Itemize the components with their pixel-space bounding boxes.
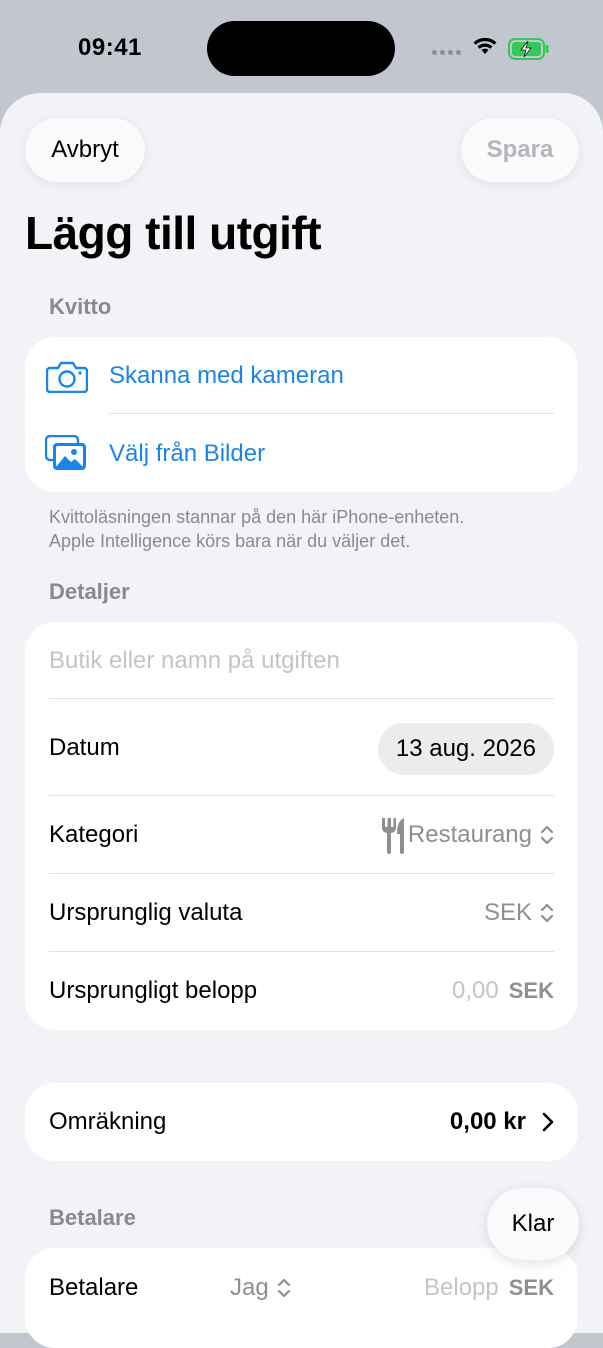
expense-name-placeholder: Butik eller namn på utgiften (49, 647, 340, 674)
category-label: Kategori (49, 821, 139, 848)
conversion-row[interactable]: Omräkning 0,00 kr (25, 1083, 578, 1161)
receipt-card: Skanna med kameran Välj från Bilder (25, 337, 578, 492)
divider (109, 413, 554, 414)
payer-card: Betalare Jag Belopp SEK (25, 1248, 578, 1348)
currency-value: SEK (483, 899, 532, 926)
date-label: Datum (49, 733, 120, 761)
add-expense-sheet: Avbryt Spara Lägg till utgift Kvitto Ska… (0, 93, 603, 1348)
currency-picker[interactable]: SEK (484, 899, 554, 927)
done-button[interactable]: Klar (487, 1188, 579, 1260)
page-title: Lägg till utgift (25, 207, 322, 259)
cancel-button[interactable]: Avbryt (25, 118, 145, 182)
status-bar: 09:41 (0, 0, 603, 95)
receipt-section-header: Kvitto (49, 294, 112, 319)
status-time: 09:41 (78, 34, 142, 61)
currency-row: Ursprunglig valuta SEK (25, 874, 578, 952)
payer-section-header: Betalare (49, 1205, 136, 1230)
choose-photos-label: Välj från Bilder (109, 439, 266, 467)
payer-label: Betalare (49, 1274, 139, 1301)
scan-camera-row[interactable]: Skanna med kameran (25, 337, 578, 415)
date-picker-button[interactable]: 13 aug. 2026 (377, 723, 554, 775)
save-button[interactable]: Spara (461, 118, 579, 182)
chevron-up-down-icon (540, 903, 554, 923)
fork-knife-icon (381, 818, 404, 854)
amount-row: Ursprungligt belopp 0,00 SEK (25, 952, 578, 1030)
choose-photos-row[interactable]: Välj från Bilder (25, 415, 578, 492)
footnote-line-1: Kvittoläsningen stannar på den här iPhon… (49, 507, 465, 527)
amount-placeholder: 0,00 (452, 977, 499, 1004)
expense-name-field[interactable]: Butik eller namn på utgiften (25, 622, 578, 700)
currency-label: Ursprunglig valuta (49, 899, 243, 926)
amount-currency: SEK (508, 978, 554, 1003)
details-card: Butik eller namn på utgiften Datum 13 au… (25, 622, 578, 1030)
category-picker[interactable]: Restaurang (380, 816, 554, 854)
camera-icon (46, 361, 88, 393)
payer-picker[interactable]: Jag (230, 1274, 291, 1302)
details-section-header: Detaljer (49, 579, 130, 604)
chevron-right-icon (542, 1112, 554, 1132)
amount-label: Ursprungligt belopp (49, 977, 258, 1004)
payer-currency: SEK (508, 1275, 554, 1300)
chevron-up-down-icon (540, 825, 554, 845)
scan-camera-label: Skanna med kameran (109, 362, 344, 389)
cellular-signal-icon (432, 50, 461, 55)
footnote-line-2: Apple Intelligence körs bara när du välj… (49, 531, 411, 551)
payer-amount-placeholder: Belopp (424, 1274, 499, 1301)
wifi-icon (473, 37, 497, 54)
conversion-value: 0,00 kr (449, 1108, 526, 1135)
category-value: Restaurang (407, 821, 532, 848)
photos-icon (45, 435, 86, 470)
category-row: Kategori Restaurang (25, 796, 578, 874)
dynamic-island (207, 21, 395, 76)
battery-charging-icon (508, 38, 549, 60)
payer-amount-input[interactable]: Belopp SEK (424, 1274, 554, 1302)
chevron-up-down-icon (277, 1278, 290, 1298)
receipt-footnote: Kvittoläsningen stannar på den här iPhon… (49, 505, 569, 553)
payer-selected: Jag (230, 1274, 269, 1301)
conversion-label: Omräkning (49, 1108, 167, 1135)
amount-input[interactable]: 0,00 SEK (452, 977, 554, 1005)
